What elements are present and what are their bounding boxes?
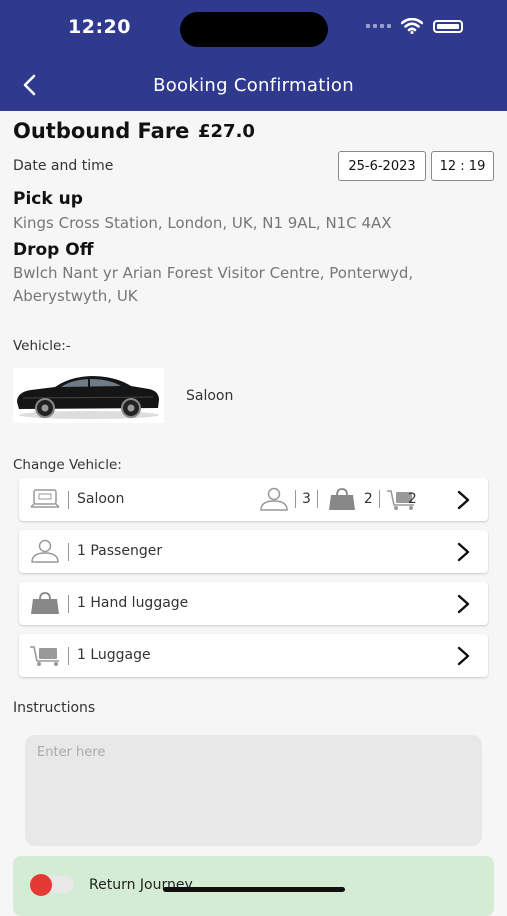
bag-icon (328, 488, 355, 510)
return-journey-panel: Return Journey (13, 856, 494, 916)
taxi-icon (30, 489, 60, 508)
instructions-input[interactable] (25, 735, 482, 846)
vehicle-image (13, 368, 164, 423)
battery-icon (433, 19, 463, 33)
return-journey-toggle[interactable] (30, 874, 74, 896)
vehicle-capacity: 3 2 2 (259, 487, 417, 511)
chevron-right-icon (457, 490, 470, 510)
cellular-icon (366, 24, 391, 28)
separator (68, 543, 69, 561)
luggage-trolley-icon (30, 646, 59, 666)
passenger-row[interactable]: 1 Passenger (19, 530, 488, 573)
luggage-row[interactable]: 1 Luggage (19, 634, 488, 677)
person-icon (31, 539, 59, 563)
capacity-luggage: 2 (407, 491, 417, 507)
toggle-knob (30, 874, 52, 896)
change-vehicle-label: Change Vehicle: (13, 457, 122, 473)
chevron-right-icon (457, 594, 470, 614)
passenger-label: 1 Passenger (77, 543, 163, 559)
car-icon (17, 376, 159, 419)
fare-label: Outbound Fare (13, 119, 190, 143)
wifi-icon (401, 18, 423, 34)
vehicle-type-row[interactable]: Saloon 3 2 2 (19, 478, 488, 521)
vehicle-type-label: Saloon (77, 491, 125, 507)
separator (68, 491, 69, 509)
capacity-hand-luggage: 2 (363, 491, 373, 507)
hand-luggage-row[interactable]: 1 Hand luggage (19, 582, 488, 625)
hand-luggage-label: 1 Hand luggage (77, 595, 189, 611)
dropoff-title: Drop Off (13, 240, 94, 260)
fare-value: £27.0 (198, 121, 255, 142)
chevron-right-icon (457, 542, 470, 562)
datetime-label: Date and time (13, 158, 114, 174)
home-indicator[interactable] (163, 887, 345, 892)
vehicle-name: Saloon (186, 388, 234, 404)
app-header: 12:20 Booking Confirmation (0, 0, 507, 111)
chevron-right-icon (457, 646, 470, 666)
pickup-title: Pick up (13, 189, 83, 209)
time-picker[interactable]: 12 : 19 (431, 151, 494, 181)
separator (68, 647, 69, 665)
bag-icon (31, 592, 59, 614)
pickup-address: Kings Cross Station, London, UK, N1 9AL,… (13, 214, 392, 232)
page-title: Booking Confirmation (153, 75, 354, 96)
separator (68, 595, 69, 613)
dynamic-island (180, 12, 328, 47)
luggage-label: 1 Luggage (77, 647, 151, 663)
instructions-label: Instructions (13, 700, 96, 716)
dropoff-address: Bwlch Nant yr Arian Forest Visitor Centr… (13, 264, 414, 305)
person-icon (260, 487, 288, 511)
status-icons (366, 18, 463, 34)
date-picker[interactable]: 25-6-2023 (338, 151, 426, 181)
status-time: 12:20 (68, 16, 131, 38)
capacity-passengers: 3 (302, 491, 311, 507)
vehicle-label: Vehicle:- (13, 338, 71, 354)
